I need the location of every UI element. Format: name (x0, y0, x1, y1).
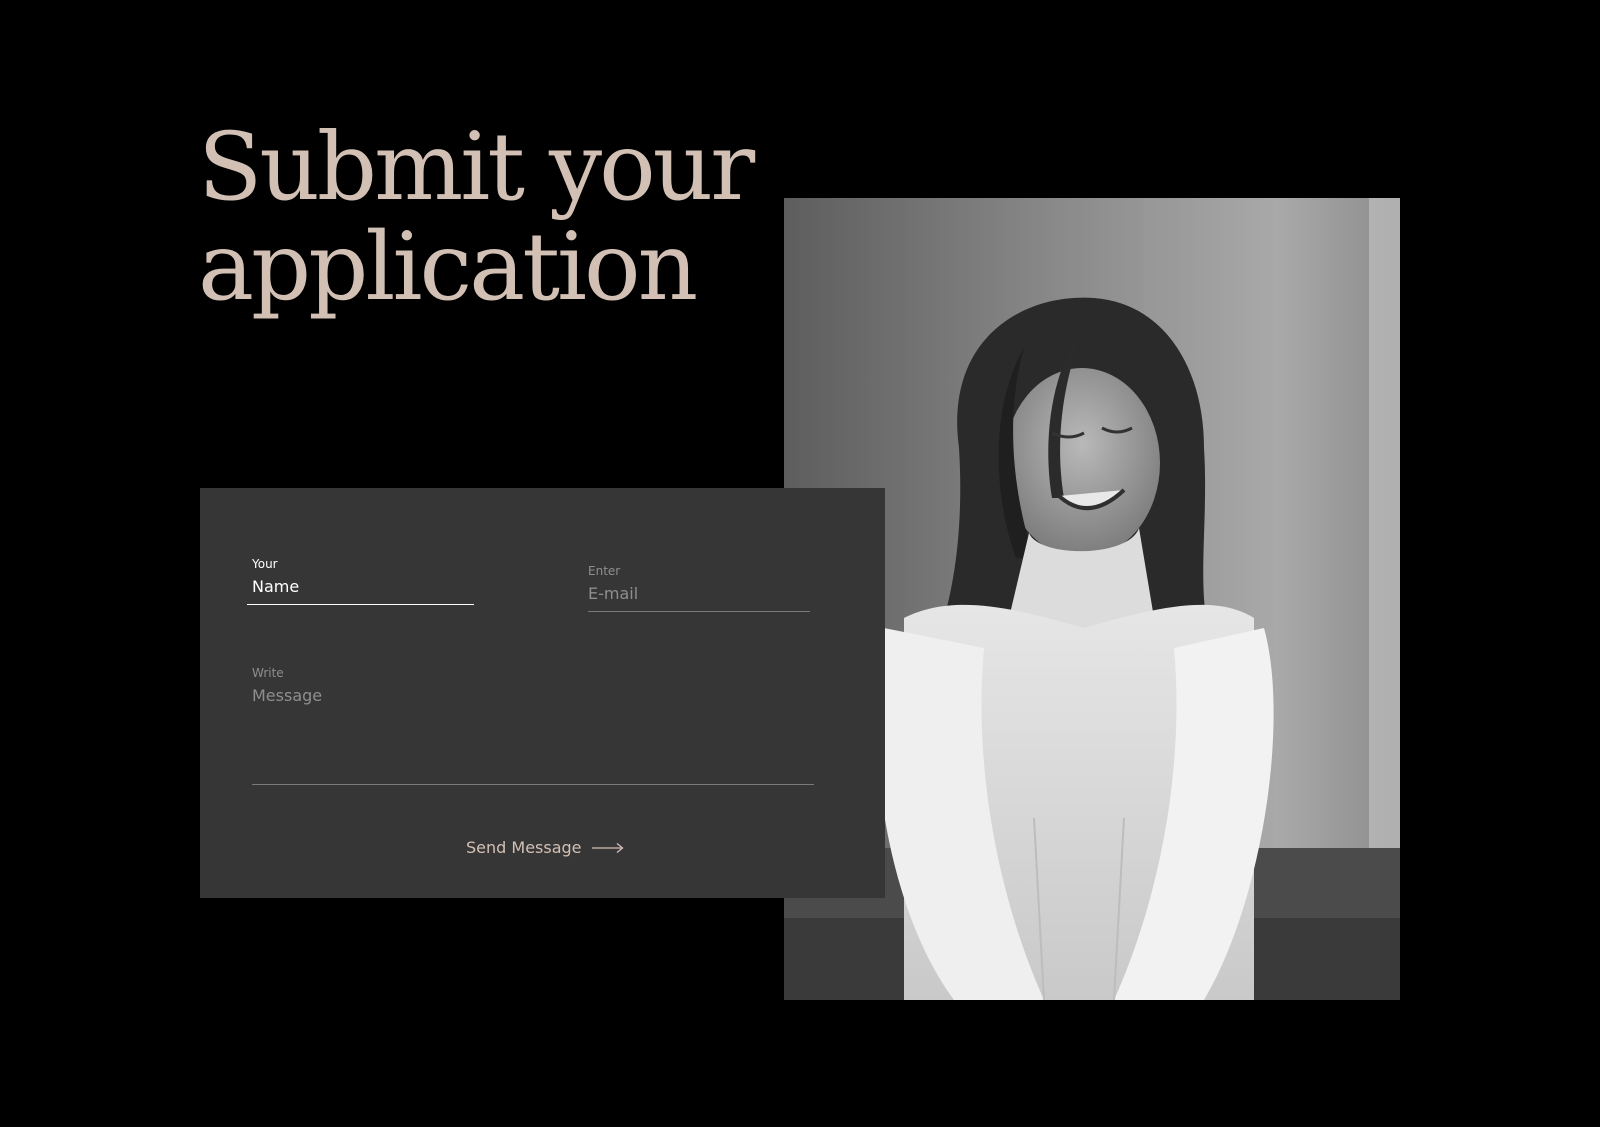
name-input[interactable]: Name (247, 577, 474, 605)
page-title-line-2: application (198, 213, 698, 322)
application-page: Submit your application Your Name Enter … (0, 0, 1600, 1127)
message-field-label: Write (252, 666, 284, 680)
page-title: Submit your application (198, 113, 755, 322)
name-field[interactable]: Your Name (247, 557, 474, 605)
email-field[interactable]: Enter E-mail (588, 564, 810, 612)
message-textarea[interactable]: Message (252, 686, 814, 713)
email-field-label: Enter (588, 564, 621, 578)
email-input[interactable]: E-mail (588, 584, 810, 612)
name-field-label: Your (252, 557, 278, 571)
send-message-button[interactable]: Send Message (466, 838, 624, 858)
message-field[interactable]: Write Message (252, 666, 814, 785)
arrow-right-icon (591, 842, 624, 854)
send-message-label: Send Message (466, 838, 582, 857)
application-form: Your Name Enter E-mail Write Message Sen… (200, 488, 885, 898)
page-title-line-1: Submit your (198, 113, 755, 222)
